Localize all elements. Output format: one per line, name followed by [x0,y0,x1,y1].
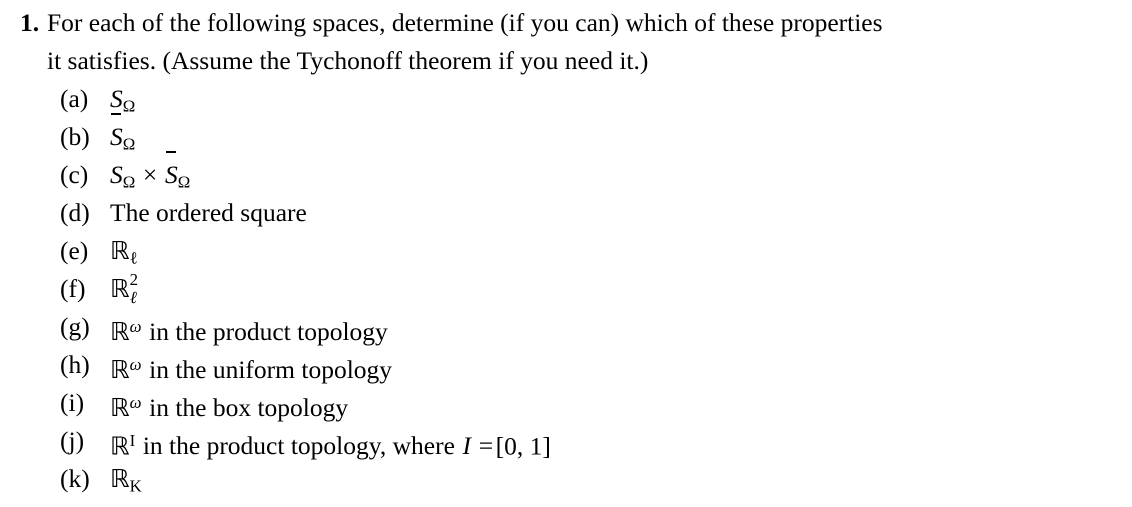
subitem-label-h: (h) [60,350,90,379]
subitem-trailing-j: in the product topology, where [142,431,455,461]
subitem-j: (j) ℝI in the product topology, where I =[0… [0,422,1132,460]
subitem-body-f: ℝ2ℓ [110,270,147,308]
math-base-e: ℝ [110,236,130,265]
subitem-i: (i) ℝω in the box topology [0,384,1132,422]
math-base-i: ℝ [110,393,130,423]
problem-number: 1. [20,8,40,37]
subitem-body-k: ℝK [110,460,142,506]
subitem-label-k: (k) [60,464,90,493]
math-interval-j: [0, 1] [495,431,551,461]
subitem-trailing-i: in the box topology [149,393,349,423]
subitem-a: (a) SΩ [0,80,1132,118]
math-subscript-b: Ω [122,134,136,154]
subitem-f: (f) ℝ2ℓ [0,270,1132,308]
subitem-label-d: (d) [60,198,90,227]
subitem-label-b: (b) [60,122,90,151]
subitem-d: (d) The ordered square [0,194,1132,232]
math-base-f: ℝ [110,274,130,303]
math-superscript-g: ω [129,317,142,336]
math-subscript-c-2: Ω [177,172,191,192]
math-operator-times-c: × [142,160,158,189]
subitem-body-j: ℝI in the product topology, where I =[0, 1] [110,422,551,465]
subitem-label-c: (c) [60,160,89,189]
math-variable-j: I [462,431,472,461]
subitem-body-g: ℝω in the product topology [110,308,388,351]
subitem-trailing-h: in the uniform topology [149,355,393,385]
overbar-stroke [110,113,121,116]
math-base-h: ℝ [110,355,130,385]
subitem-label-e: (e) [60,236,89,265]
closure-accent-b: S [110,113,123,156]
closure-accent-c: S [164,151,178,194]
math-superscript-i: ω [129,393,142,412]
subitem-b: (b) SΩ [0,113,1132,156]
subitem-label-j: (j) [60,426,85,455]
problem-container: 1. For each of the following spaces, det… [0,0,1132,498]
subitem-label-g: (g) [60,312,90,341]
subitem-c: (c) SΩ × SΩ [0,151,1132,194]
math-subscript-k: K [129,476,142,496]
subitem-body-i: ℝω in the box topology [110,384,348,427]
math-base-c-1: S [110,160,123,189]
subitem-label-a: (a) [60,84,89,113]
math-superscript-h: ω [129,355,142,374]
subitem-list: (a) SΩ (b) SΩ (c) SΩ × SΩ (d) The ordered … [0,80,1132,498]
math-base-c-2: S [164,160,178,189]
problem-stem: 1. For each of the following spaces, det… [0,4,1132,80]
subitem-body-h: ℝω in the uniform topology [110,346,392,389]
subitem-g: (g) ℝω in the product topology [0,308,1132,346]
subitem-h: (h) ℝω in the uniform topology [0,346,1132,384]
subitem-k: (k) ℝK [0,460,1132,498]
math-base-a: S [110,84,123,113]
math-script-stack-f: 2ℓ [130,270,148,306]
math-base-k: ℝ [110,464,130,493]
overbar-stroke [165,151,176,154]
subitem-e: (e) ℝℓ [0,232,1132,270]
subitem-trailing-g: in the product topology [149,317,388,347]
math-subscript-a: Ω [122,96,136,116]
math-base-g: ℝ [110,317,130,347]
problem-stem-line-2: it satisfies. (Assume the Tychonoff theo… [47,46,649,75]
problem-stem-line-1: For each of the following spaces, determ… [47,8,883,37]
math-equals-j: = [478,431,494,461]
math-base-j: ℝ [110,431,130,461]
subitem-label-f: (f) [60,274,86,303]
math-subscript-c-1: Ω [122,172,136,192]
subitem-label-i: (i) [60,388,85,417]
subitem-body-d: The ordered square [110,198,307,227]
math-base-b: S [110,122,123,151]
